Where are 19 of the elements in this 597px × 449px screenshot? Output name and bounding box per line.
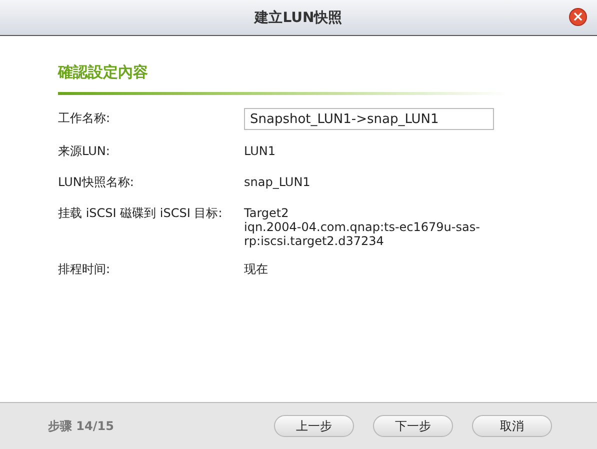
field-label: 工作名称: xyxy=(58,110,112,127)
input-field[interactable]: Snapshot_LUN1->snap_LUN1 xyxy=(244,108,494,130)
value-text: iqn.2004-04.com.qnap:ts-ec1679u-sas- xyxy=(244,220,481,234)
wizard-button[interactable]: 上一步 xyxy=(274,415,354,437)
window-title: 建立LUN快照 xyxy=(254,8,342,26)
close-button[interactable]: × xyxy=(569,8,587,26)
section-title: 確認設定內容 xyxy=(58,63,149,83)
field-label: 来源LUN: xyxy=(58,143,111,160)
field-label: 挂载 iSCSI 磁碟到 iSCSI 目标: xyxy=(58,205,224,222)
field-label: LUN快照名称: xyxy=(58,174,135,191)
wizard-button[interactable]: 取消 xyxy=(472,415,552,437)
value-text: LUN1 xyxy=(244,144,276,158)
value-text: rp:iscsi.target2.d37234 xyxy=(244,234,385,248)
value-text: Target2 xyxy=(244,206,290,220)
value-text: snap_LUN1 xyxy=(244,175,312,189)
value-text: 现在 xyxy=(244,262,269,276)
wizard-button[interactable]: 下一步 xyxy=(373,415,453,437)
step-indicator: 步骤 14/15 xyxy=(48,418,114,434)
field-label: 排程时间: xyxy=(58,261,112,278)
